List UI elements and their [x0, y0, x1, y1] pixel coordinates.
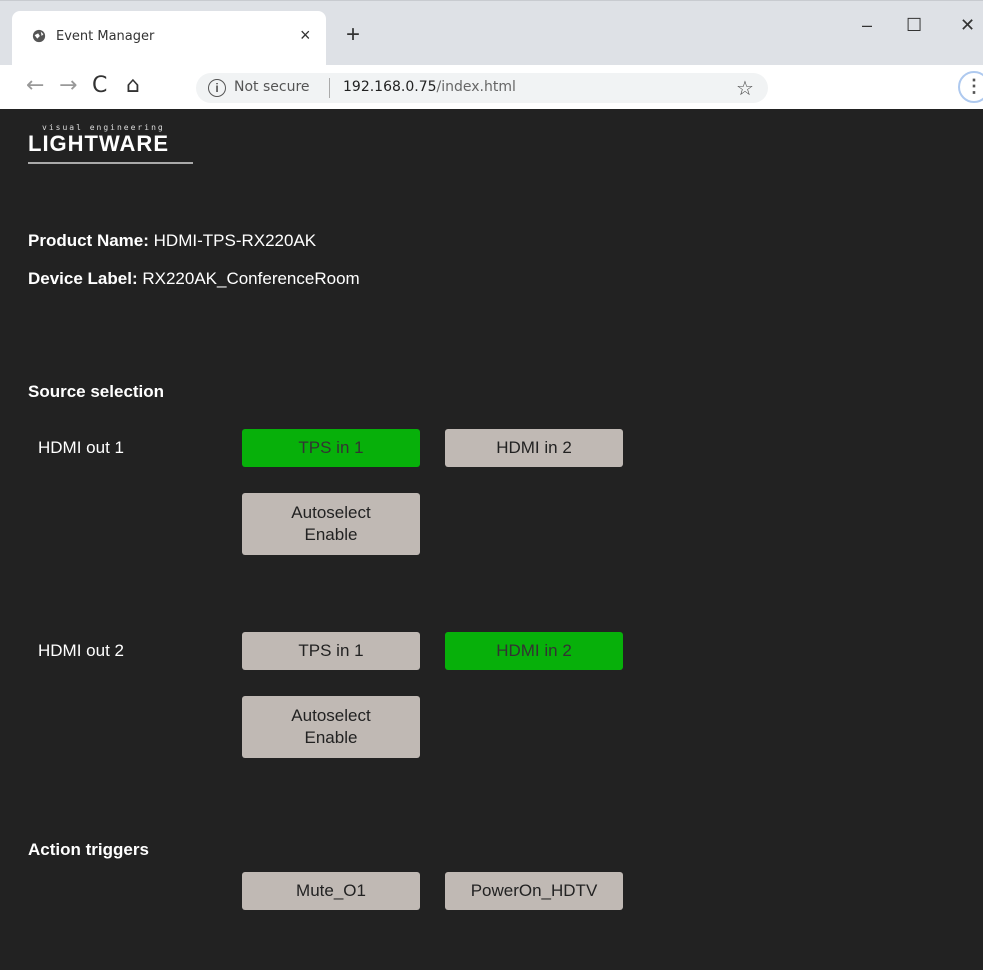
home-icon[interactable]: ⌂ [126, 73, 140, 98]
out2-hdmi-in-2-button[interactable]: HDMI in 2 [445, 632, 623, 670]
action-triggers-heading: Action triggers [28, 840, 149, 859]
info-icon[interactable]: i [208, 79, 226, 97]
browser-chrome: Event Manager × + – ☐ ✕ ← → C ⌂ i Not se… [0, 0, 983, 110]
product-name-label: Product Name: [28, 231, 149, 250]
security-indicator[interactable]: Not secure [234, 79, 310, 95]
device-label-label: Device Label: [28, 269, 138, 288]
bookmark-star-icon[interactable]: ☆ [736, 76, 754, 101]
forward-arrow-icon[interactable]: → [59, 73, 77, 98]
browser-menu-icon[interactable]: ⋮ [958, 71, 983, 103]
maximize-button[interactable]: ☐ [906, 15, 922, 36]
back-arrow-icon[interactable]: ← [26, 73, 44, 98]
out2-autoselect-button[interactable]: Autoselect Enable [242, 696, 420, 758]
out2-tps-in-1-button[interactable]: TPS in 1 [242, 632, 420, 670]
out1-autoselect-button[interactable]: Autoselect Enable [242, 493, 420, 555]
browser-tab[interactable]: Event Manager × [12, 11, 326, 65]
logo-wordmark: LIGHTWARE [28, 131, 169, 156]
reload-icon[interactable]: C [92, 73, 107, 98]
tab-close-icon[interactable]: × [300, 25, 311, 46]
globe-icon [32, 29, 46, 43]
device-label-row: Device Label: RX220AK_ConferenceRoom [28, 269, 360, 289]
page-content: visual engineering LIGHTWARE Product Nam… [0, 109, 983, 970]
url-text[interactable]: 192.168.0.75/index.html [343, 79, 516, 95]
close-window-button[interactable]: ✕ [960, 15, 975, 36]
tab-title: Event Manager [56, 29, 155, 44]
address-bar[interactable]: i Not secure 192.168.0.75/index.html ☆ [196, 73, 768, 103]
product-name-row: Product Name: HDMI-TPS-RX220AK [28, 231, 316, 251]
hdmi-out-2-label: HDMI out 2 [38, 641, 124, 660]
address-separator [329, 78, 330, 98]
logo-underline [28, 162, 193, 164]
new-tab-button[interactable]: + [346, 23, 360, 47]
out1-tps-in-1-button[interactable]: TPS in 1 [242, 429, 420, 467]
device-label-value: RX220AK_ConferenceRoom [142, 269, 360, 288]
url-path: /index.html [436, 79, 516, 95]
source-selection-heading: Source selection [28, 382, 165, 401]
hdmi-out-1-label: HDMI out 1 [38, 438, 124, 457]
minimize-button[interactable]: – [862, 15, 872, 36]
browser-toolbar: ← → C ⌂ i Not secure 192.168.0.75/index.… [0, 65, 983, 110]
out1-hdmi-in-2-button[interactable]: HDMI in 2 [445, 429, 623, 467]
mute-o1-button[interactable]: Mute_O1 [242, 872, 420, 910]
poweron-hdtv-button[interactable]: PowerOn_HDTV [445, 872, 623, 910]
product-name-value: HDMI-TPS-RX220AK [153, 231, 317, 250]
url-host: 192.168.0.75 [343, 79, 437, 95]
